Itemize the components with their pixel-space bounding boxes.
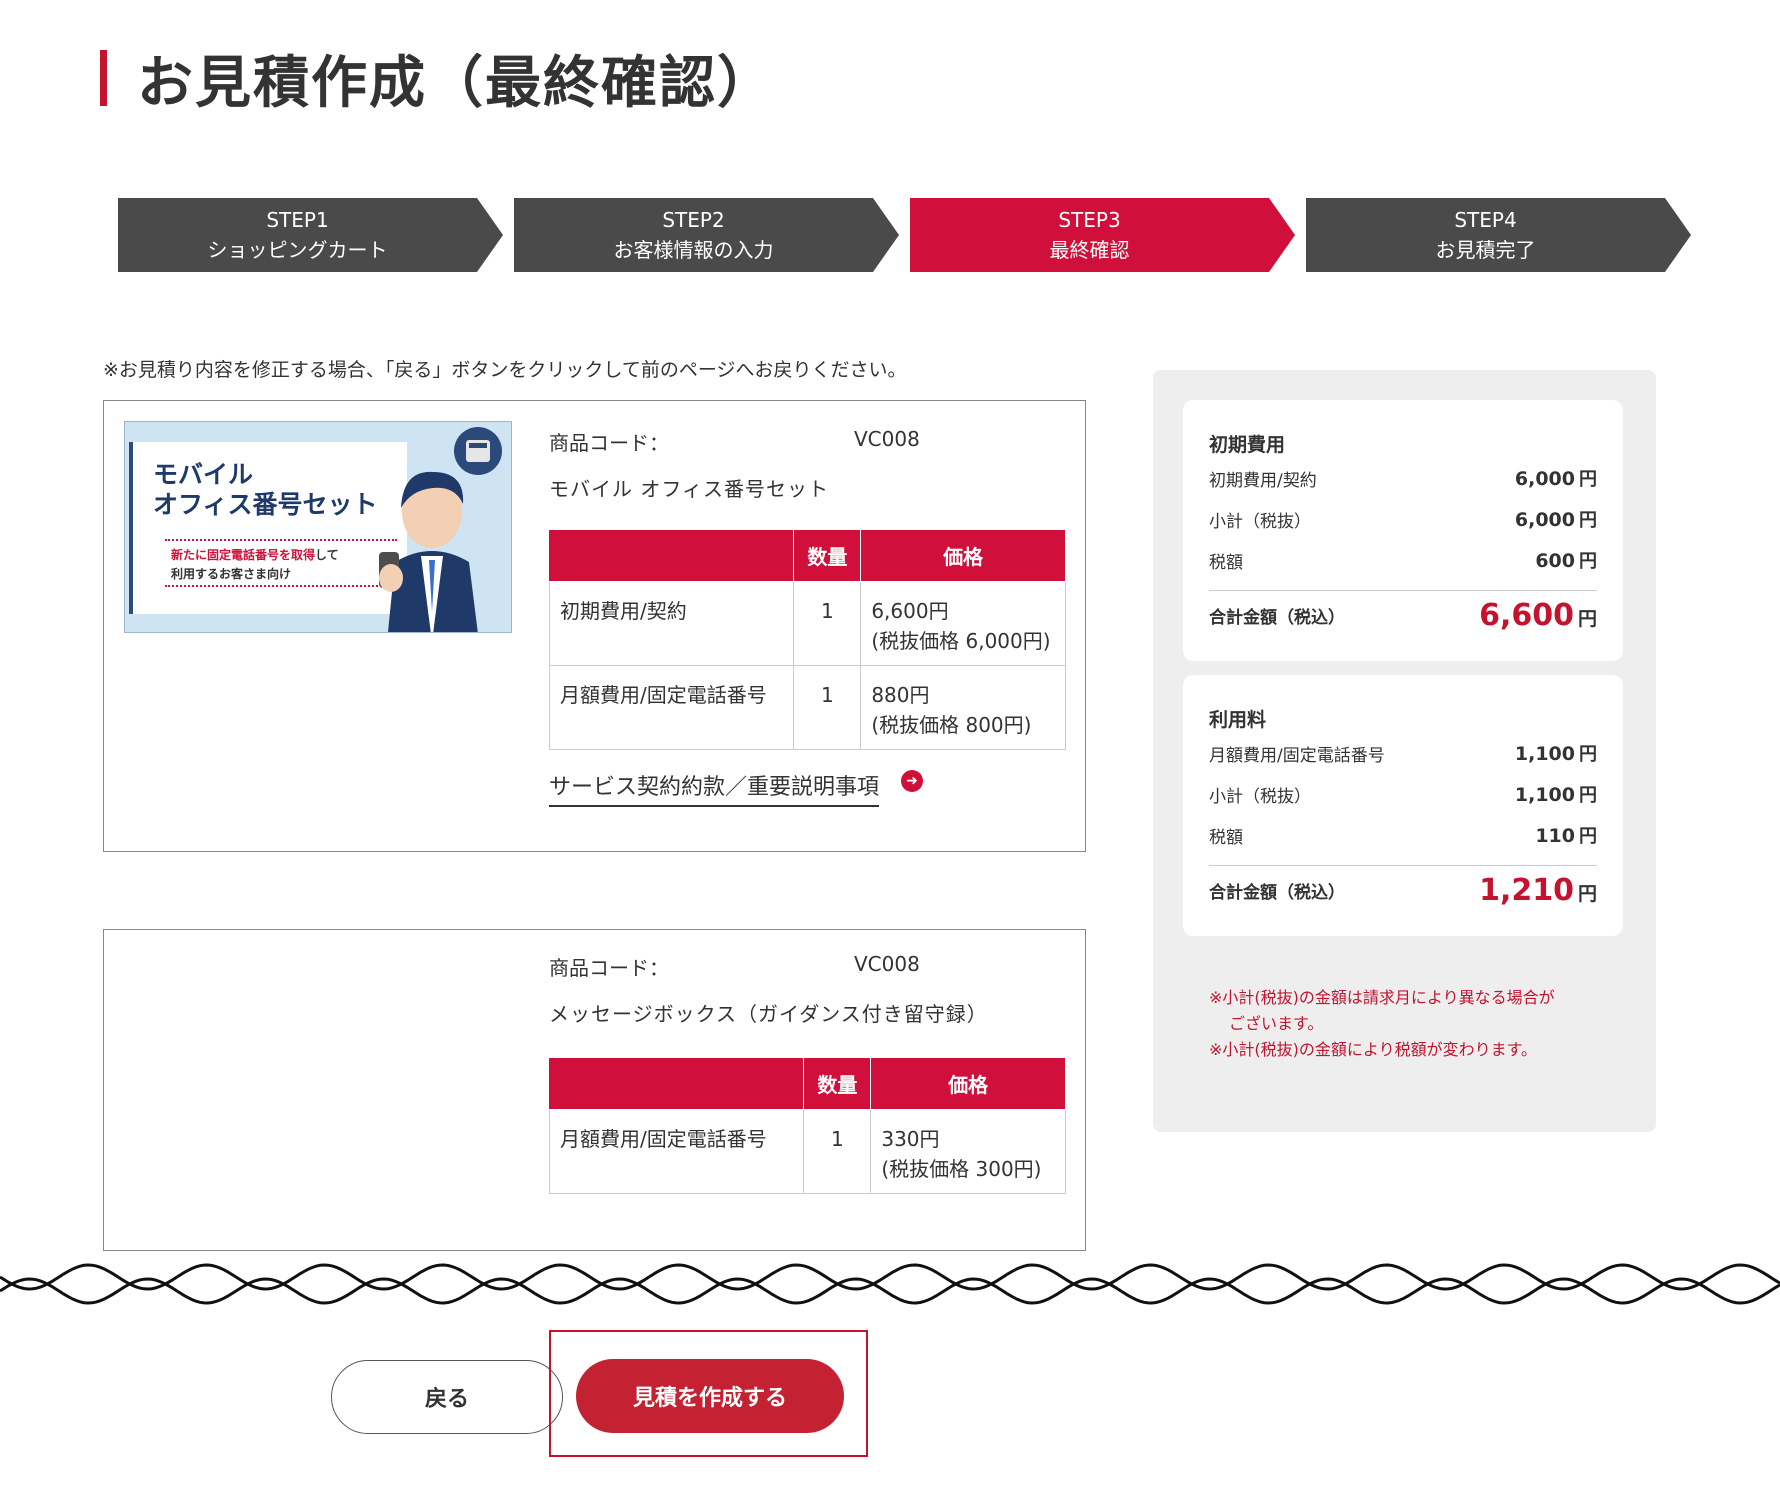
item-header xyxy=(548,1057,805,1110)
step-2: STEP2 お客様情報の入力 xyxy=(514,198,899,272)
price-table-header: 数量 価格 xyxy=(548,1057,1066,1110)
initial-cost-box: 初期費用 初期費用/契約 6,000 円 小計（税抜） 6,000 円 税額 600… xyxy=(1183,400,1623,661)
product-code-row: 商品コード： VC008 xyxy=(549,427,920,456)
step-3-current: STEP3 最終確認 xyxy=(910,198,1295,272)
product-card: 商品コード： VC008 メッセージボックス（ガイダンス付き留守録） 数量 価格… xyxy=(103,929,1086,1251)
price-header: 価格 xyxy=(860,529,1066,582)
summary-row-value: 6,000 円 xyxy=(1514,509,1597,531)
summary-row-label: 小計（税抜） xyxy=(1209,786,1311,807)
item-header xyxy=(548,529,795,582)
summary-panel: 初期費用 初期費用/契約 6,000 円 小計（税抜） 6,000 円 税額 600… xyxy=(1153,370,1656,1132)
usage-fee-box: 利用料 月額費用/固定電話番号 1,100 円 小計（税抜） 1,100 円 税額 … xyxy=(1183,675,1623,936)
step-label: お見積完了 xyxy=(1435,238,1536,262)
summary-row-value: 1,100 円 xyxy=(1514,743,1597,765)
step-indicator: STEP1 ショッピングカート STEP2 お客様情報の入力 STEP3 最終確… xyxy=(118,198,1688,272)
summary-note: ※小計(税抜)の金額は請求月により異なる場合が ございます。 ※小計(税抜)の金… xyxy=(1209,988,1555,1059)
item-price: 6,600円 (税抜価格 6,000円) xyxy=(860,581,1066,666)
summary-row: 月額費用/固定電話番号 1,100 円 xyxy=(1209,739,1597,767)
summary-row-label: 税額 xyxy=(1209,827,1243,848)
edit-notice: ※お見積り内容を修正する場合、「戻る」ボタンをクリックして前のページへお戻りくだ… xyxy=(103,359,907,381)
total-label: 合計金額（税込） xyxy=(1209,608,1345,628)
terms-link[interactable]: サービス契約約款／重要説明事項 xyxy=(549,769,880,807)
page-title: お見積作成（最終確認） xyxy=(137,50,775,116)
table-row: 初期費用/契約 1 6,600円 (税抜価格 6,000円) xyxy=(548,581,1066,666)
create-quote-button[interactable]: 見積を作成する xyxy=(576,1359,844,1433)
total-label: 合計金額（税込） xyxy=(1209,883,1345,903)
price-table: 数量 価格 月額費用/固定電話番号 1 330円 (税抜価格 300円) xyxy=(548,1057,1066,1194)
back-button[interactable]: 戻る xyxy=(331,1360,563,1434)
qty-header: 数量 xyxy=(793,529,862,582)
product-image-subtitle: 新たに固定電話番号を取得して 利用するお客さま向け xyxy=(171,548,339,581)
page-header: お見積作成（最終確認） xyxy=(100,46,775,116)
item-name: 初期費用/契約 xyxy=(548,581,795,666)
item-qty: 1 xyxy=(803,1109,872,1194)
product-code-row: 商品コード： VC008 xyxy=(549,952,920,981)
summary-row-value: 600 円 xyxy=(1535,550,1597,572)
title-accent-bar xyxy=(100,50,107,106)
table-row: 月額費用/固定電話番号 1 880円 (税抜価格 800円) xyxy=(548,665,1066,750)
summary-row-label: 税額 xyxy=(1209,552,1243,573)
product-image-title: モバイル オフィス番号セット xyxy=(153,460,378,519)
product-image: モバイル オフィス番号セット 新たに固定電話番号を取得して 利用するお客さま向け xyxy=(124,421,512,633)
summary-row-value: 6,000 円 xyxy=(1514,468,1597,490)
product-card: モバイル オフィス番号セット 新たに固定電話番号を取得して 利用するお客さま向け… xyxy=(103,400,1086,852)
summary-total: 合計金額（税込） 1,210 円 xyxy=(1209,873,1597,908)
product-code-label: 商品コード： xyxy=(549,956,669,980)
summary-row-label: 月額費用/固定電話番号 xyxy=(1209,745,1385,766)
product-name: モバイル オフィス番号セット xyxy=(549,477,829,501)
step-number: STEP4 xyxy=(1454,208,1517,232)
step-1: STEP1 ショッピングカート xyxy=(118,198,503,272)
item-qty: 1 xyxy=(793,665,862,750)
wavy-cut-divider xyxy=(0,1263,1780,1305)
businessman-illustration xyxy=(379,471,478,632)
item-price: 880円 (税抜価格 800円) xyxy=(860,665,1066,750)
summary-row: 小計（税抜） 1,100 円 xyxy=(1209,780,1597,808)
summary-divider xyxy=(1209,590,1597,591)
price-header: 価格 xyxy=(870,1057,1066,1110)
summary-total: 合計金額（税込） 6,600 円 xyxy=(1209,598,1597,633)
table-row: 月額費用/固定電話番号 1 330円 (税抜価格 300円) xyxy=(548,1109,1066,1194)
product-code-value: VC008 xyxy=(854,427,920,451)
step-number: STEP3 xyxy=(1058,208,1121,232)
arrow-right-circle-icon[interactable]: ➜ xyxy=(901,770,923,792)
usage-fee-title: 利用料 xyxy=(1209,709,1267,731)
summary-row-value: 1,100 円 xyxy=(1514,784,1597,806)
summary-row-value: 110 円 xyxy=(1535,825,1597,847)
summary-row-label: 初期費用/契約 xyxy=(1209,470,1317,491)
step-label: 最終確認 xyxy=(1049,238,1130,262)
summary-row: 小計（税抜） 6,000 円 xyxy=(1209,505,1597,533)
item-qty: 1 xyxy=(793,581,862,666)
step-label: お客様情報の入力 xyxy=(613,238,774,262)
product-code-value: VC008 xyxy=(854,952,920,976)
step-label: ショッピングカート xyxy=(207,238,388,262)
summary-row-label: 小計（税抜） xyxy=(1209,511,1311,532)
item-name: 月額費用/固定電話番号 xyxy=(548,665,795,750)
item-price: 330円 (税抜価格 300円) xyxy=(870,1109,1066,1194)
item-name: 月額費用/固定電話番号 xyxy=(548,1109,805,1194)
price-table-header: 数量 価格 xyxy=(548,529,1066,582)
product-code-label: 商品コード： xyxy=(549,431,669,455)
summary-row: 初期費用/契約 6,000 円 xyxy=(1209,464,1597,492)
summary-row: 税額 600 円 xyxy=(1209,546,1597,574)
initial-cost-title: 初期費用 xyxy=(1209,434,1286,456)
step-number: STEP1 xyxy=(266,208,329,232)
product-name: メッセージボックス（ガイダンス付き留守録） xyxy=(549,1002,988,1026)
step-number: STEP2 xyxy=(662,208,725,232)
summary-row: 税額 110 円 xyxy=(1209,821,1597,849)
total-value: 1,210 円 xyxy=(1479,873,1597,908)
price-table: 数量 価格 初期費用/契約 1 6,600円 (税抜価格 6,000円) 月額費… xyxy=(548,529,1066,750)
summary-divider xyxy=(1209,865,1597,866)
step-4: STEP4 お見積完了 xyxy=(1306,198,1691,272)
desk-phone-icon xyxy=(454,427,502,475)
total-value: 6,600 円 xyxy=(1479,598,1597,633)
qty-header: 数量 xyxy=(803,1057,872,1110)
